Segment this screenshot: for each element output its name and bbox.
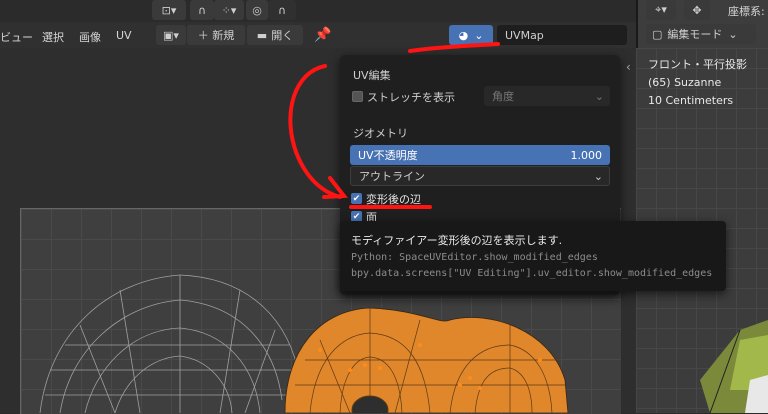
red-annotation [288,42,500,209]
